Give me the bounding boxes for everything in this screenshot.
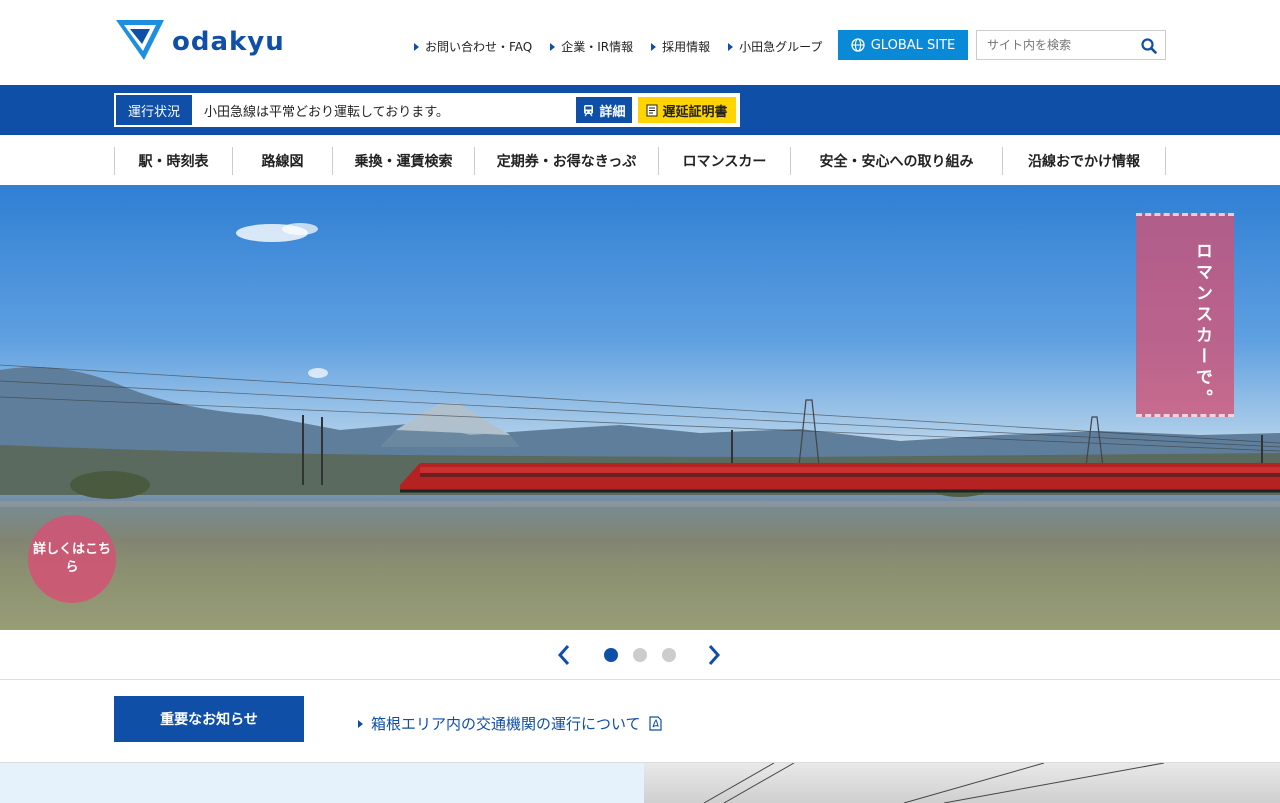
slider-dot-3[interactable] <box>662 648 676 662</box>
hero-image <box>0 223 1280 630</box>
slider-controls <box>0 630 1280 680</box>
search-input[interactable] <box>987 38 1137 52</box>
nav-item-fare-search[interactable]: 乗換・運賃検索 <box>332 147 474 175</box>
main-nav: 駅・時刻表 路線図 乗換・運賃検索 定期券・お得なきっぷ ロマンスカー 安全・安… <box>0 135 1280 185</box>
util-link-corporate[interactable]: 企業・IR情報 <box>550 38 633 55</box>
slider-dot-2[interactable] <box>633 648 647 662</box>
operation-status-bar: 運行状況 小田急線は平常どおり運転しております。 詳細 遅延証明書 <box>0 85 1280 135</box>
hero-slideshow[interactable]: ロマンスカーで。 詳しくはこちら <box>0 185 1280 630</box>
util-link-recruit[interactable]: 採用情報 <box>651 38 710 55</box>
nav-item-timetable[interactable]: 駅・時刻表 <box>114 147 232 175</box>
site-search <box>976 30 1166 60</box>
utility-nav: お問い合わせ・FAQ 企業・IR情報 採用情報 小田急グループ <box>414 38 822 55</box>
nav-item-safety[interactable]: 安全・安心への取り組み <box>790 147 1002 175</box>
global-site-button[interactable]: GLOBAL SITE <box>838 30 968 60</box>
feature-panel-right <box>644 763 1280 803</box>
triangle-right-icon <box>651 42 657 51</box>
feature-panel-left <box>0 763 644 803</box>
triangle-right-icon <box>728 42 734 51</box>
chevron-right-icon[interactable] <box>702 643 726 667</box>
triangle-right-icon <box>414 42 419 51</box>
slider-dot-1[interactable] <box>604 648 618 662</box>
odakyu-logo[interactable]: odakyu <box>114 16 285 64</box>
nav-item-outings[interactable]: 沿線おでかけ情報 <box>1002 147 1166 175</box>
site-header: odakyu お問い合わせ・FAQ 企業・IR情報 採用情報 小田急グループ G… <box>0 0 1280 85</box>
nav-item-romancecar[interactable]: ロマンスカー <box>658 147 790 175</box>
operation-status-text: 小田急線は平常どおり運転しております。 <box>204 104 449 120</box>
operation-status-box: 運行状況 小田急線は平常どおり運転しております。 詳細 遅延証明書 <box>114 93 740 127</box>
important-notices: 重要なお知らせ 箱根エリア内の交通機関の運行について <box>0 681 1280 763</box>
chevron-left-icon[interactable] <box>552 643 576 667</box>
pdf-icon <box>648 716 662 731</box>
util-link-group[interactable]: 小田急グループ <box>728 38 822 55</box>
search-icon[interactable] <box>1141 38 1157 54</box>
globe-icon <box>851 38 865 52</box>
romancecar-tag[interactable]: ロマンスカーで。 <box>1136 213 1234 417</box>
triangle-right-icon <box>550 42 556 51</box>
notice-link-hakone[interactable]: 箱根エリア内の交通機関の運行について <box>358 713 662 734</box>
nav-item-route-map[interactable]: 路線図 <box>232 147 332 175</box>
operation-detail-button[interactable]: 詳細 <box>576 97 632 123</box>
hero-detail-button[interactable]: 詳しくはこちら <box>28 515 116 603</box>
odakyu-logo-icon <box>116 20 164 60</box>
document-icon <box>646 104 658 116</box>
feature-image <box>703 763 1165 803</box>
nav-item-passes[interactable]: 定期券・お得なきっぷ <box>474 147 658 175</box>
operation-status-label: 運行状況 <box>114 93 194 127</box>
important-notice-button[interactable]: 重要なお知らせ <box>114 696 304 742</box>
train-icon <box>584 104 594 116</box>
delay-certificate-button[interactable]: 遅延証明書 <box>638 97 736 123</box>
util-link-faq[interactable]: お問い合わせ・FAQ <box>414 38 532 55</box>
triangle-right-icon <box>358 719 363 728</box>
romancecar-tag-text: ロマンスカーで。 <box>1192 242 1212 410</box>
logo-wordmark: odakyu <box>172 27 285 57</box>
